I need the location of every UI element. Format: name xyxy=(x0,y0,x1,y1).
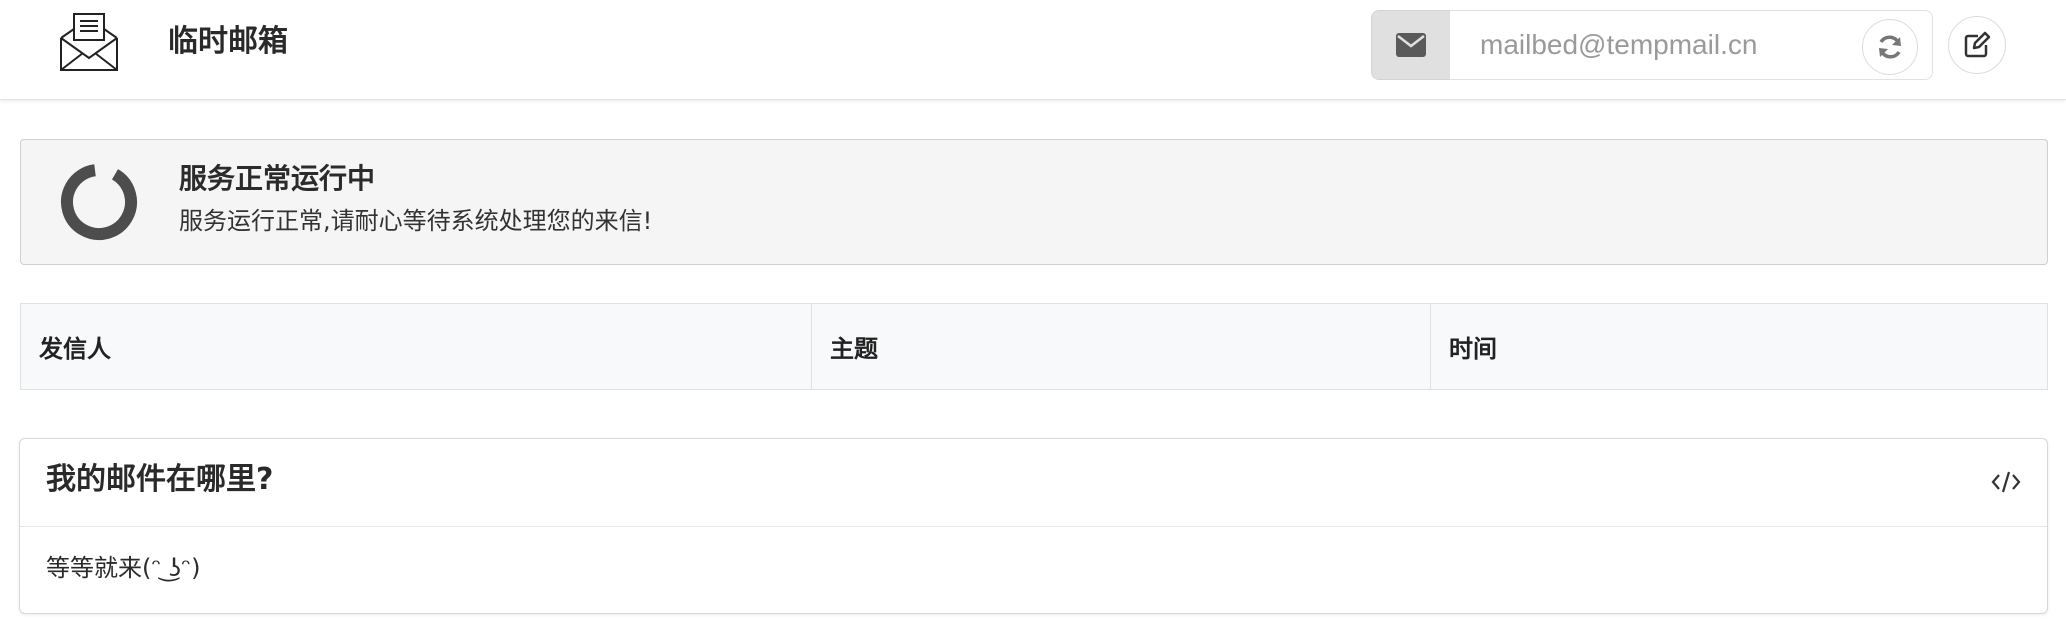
code-icon[interactable] xyxy=(1991,469,2021,495)
table-header-row: 发信人 主题 时间 xyxy=(20,303,2048,390)
refresh-icon xyxy=(1879,35,1901,59)
column-sender: 发信人 xyxy=(20,303,812,390)
status-title: 服务正常运行中 xyxy=(179,162,376,195)
info-card: 我的邮件在哪里? 等等就来(ᵔ ͜ʖᵔ) xyxy=(19,438,2048,614)
brand-title[interactable]: 临时邮箱 xyxy=(168,22,288,62)
column-subject: 主题 xyxy=(811,303,1431,390)
card-body-text: 等等就来(ᵔ ͜ʖᵔ) xyxy=(46,554,201,582)
mail-table: 发信人 主题 时间 xyxy=(20,303,2048,390)
refresh-button[interactable] xyxy=(1862,19,1918,75)
envelope-icon xyxy=(1396,33,1426,57)
status-description: 服务运行正常,请耐心等待系统处理您的来信! xyxy=(179,207,653,235)
email-input[interactable] xyxy=(1478,23,1878,67)
edit-icon xyxy=(1964,31,1991,58)
card-title: 我的邮件在哪里? xyxy=(46,462,274,497)
email-field-wrapper xyxy=(1450,10,1933,80)
envelope-letter-icon xyxy=(60,13,118,71)
card-header: 我的邮件在哪里? xyxy=(20,439,2047,527)
top-navbar: 临时邮箱 xyxy=(0,0,2066,100)
status-banner: 服务正常运行中 服务运行正常,请耐心等待系统处理您的来信! xyxy=(20,139,2048,265)
spinner-icon xyxy=(61,164,137,240)
email-addon xyxy=(1371,10,1451,80)
column-time: 时间 xyxy=(1430,303,2048,390)
edit-button[interactable] xyxy=(1948,16,2006,74)
